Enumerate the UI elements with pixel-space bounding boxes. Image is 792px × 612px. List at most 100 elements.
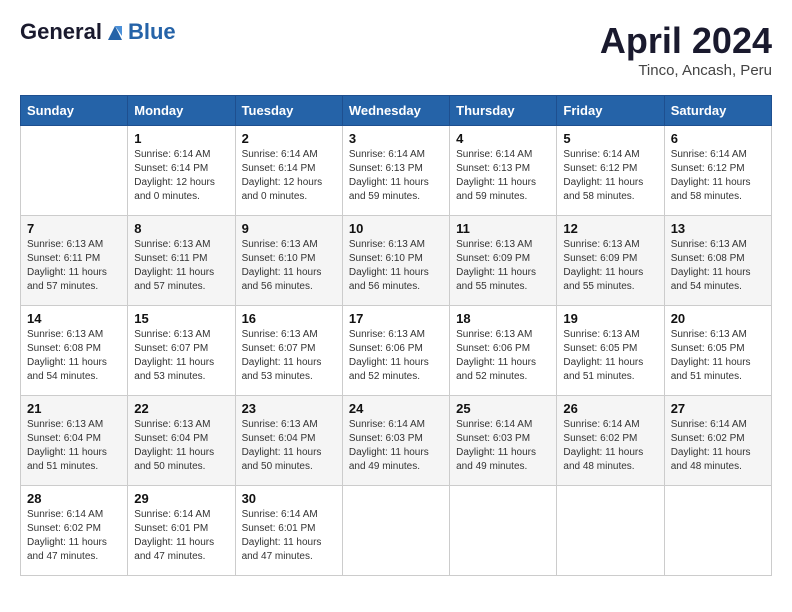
- daylight-text: Daylight: 11 hours and 47 minutes.: [27, 536, 121, 564]
- table-cell: [450, 486, 557, 576]
- day-number: 22: [134, 401, 228, 416]
- day-number: 11: [456, 221, 550, 236]
- day-info: Sunrise: 6:13 AM Sunset: 6:09 PM Dayligh…: [563, 238, 657, 294]
- sunset-text: Sunset: 6:13 PM: [349, 162, 443, 176]
- table-cell: 16 Sunrise: 6:13 AM Sunset: 6:07 PM Dayl…: [235, 306, 342, 396]
- table-cell: 21 Sunrise: 6:13 AM Sunset: 6:04 PM Dayl…: [21, 396, 128, 486]
- day-info: Sunrise: 6:14 AM Sunset: 6:01 PM Dayligh…: [242, 508, 336, 564]
- daylight-text: Daylight: 11 hours and 48 minutes.: [563, 446, 657, 474]
- sunset-text: Sunset: 6:10 PM: [242, 252, 336, 266]
- daylight-text: Daylight: 11 hours and 54 minutes.: [671, 266, 765, 294]
- sunset-text: Sunset: 6:14 PM: [242, 162, 336, 176]
- sunset-text: Sunset: 6:05 PM: [671, 342, 765, 356]
- table-cell: 20 Sunrise: 6:13 AM Sunset: 6:05 PM Dayl…: [664, 306, 771, 396]
- table-cell: 14 Sunrise: 6:13 AM Sunset: 6:08 PM Dayl…: [21, 306, 128, 396]
- col-tuesday: Tuesday: [235, 96, 342, 126]
- sunrise-text: Sunrise: 6:13 AM: [349, 328, 443, 342]
- sunrise-text: Sunrise: 6:13 AM: [563, 328, 657, 342]
- sunset-text: Sunset: 6:04 PM: [27, 432, 121, 446]
- day-number: 6: [671, 131, 765, 146]
- day-number: 3: [349, 131, 443, 146]
- daylight-text: Daylight: 11 hours and 50 minutes.: [242, 446, 336, 474]
- daylight-text: Daylight: 11 hours and 58 minutes.: [563, 176, 657, 204]
- col-monday: Monday: [128, 96, 235, 126]
- table-cell: 30 Sunrise: 6:14 AM Sunset: 6:01 PM Dayl…: [235, 486, 342, 576]
- table-cell: 11 Sunrise: 6:13 AM Sunset: 6:09 PM Dayl…: [450, 216, 557, 306]
- daylight-text: Daylight: 11 hours and 58 minutes.: [671, 176, 765, 204]
- col-saturday: Saturday: [664, 96, 771, 126]
- table-cell: 3 Sunrise: 6:14 AM Sunset: 6:13 PM Dayli…: [342, 126, 449, 216]
- week-row-4: 21 Sunrise: 6:13 AM Sunset: 6:04 PM Dayl…: [21, 396, 772, 486]
- table-cell: 13 Sunrise: 6:13 AM Sunset: 6:08 PM Dayl…: [664, 216, 771, 306]
- day-number: 16: [242, 311, 336, 326]
- table-cell: 25 Sunrise: 6:14 AM Sunset: 6:03 PM Dayl…: [450, 396, 557, 486]
- table-cell: 23 Sunrise: 6:13 AM Sunset: 6:04 PM Dayl…: [235, 396, 342, 486]
- daylight-text: Daylight: 12 hours and 0 minutes.: [242, 176, 336, 204]
- sunrise-text: Sunrise: 6:14 AM: [349, 418, 443, 432]
- sunset-text: Sunset: 6:11 PM: [134, 252, 228, 266]
- day-info: Sunrise: 6:13 AM Sunset: 6:10 PM Dayligh…: [242, 238, 336, 294]
- week-row-5: 28 Sunrise: 6:14 AM Sunset: 6:02 PM Dayl…: [21, 486, 772, 576]
- day-info: Sunrise: 6:14 AM Sunset: 6:13 PM Dayligh…: [349, 148, 443, 204]
- daylight-text: Daylight: 11 hours and 52 minutes.: [456, 356, 550, 384]
- day-info: Sunrise: 6:14 AM Sunset: 6:02 PM Dayligh…: [563, 418, 657, 474]
- table-cell: 7 Sunrise: 6:13 AM Sunset: 6:11 PM Dayli…: [21, 216, 128, 306]
- sunrise-text: Sunrise: 6:13 AM: [27, 238, 121, 252]
- day-info: Sunrise: 6:13 AM Sunset: 6:08 PM Dayligh…: [27, 328, 121, 384]
- sunset-text: Sunset: 6:08 PM: [671, 252, 765, 266]
- sunset-text: Sunset: 6:02 PM: [563, 432, 657, 446]
- table-cell: 2 Sunrise: 6:14 AM Sunset: 6:14 PM Dayli…: [235, 126, 342, 216]
- sunrise-text: Sunrise: 6:14 AM: [242, 148, 336, 162]
- daylight-text: Daylight: 11 hours and 49 minutes.: [456, 446, 550, 474]
- day-info: Sunrise: 6:13 AM Sunset: 6:11 PM Dayligh…: [134, 238, 228, 294]
- day-number: 23: [242, 401, 336, 416]
- logo-general: General: [20, 19, 102, 44]
- sunrise-text: Sunrise: 6:14 AM: [242, 508, 336, 522]
- week-row-2: 7 Sunrise: 6:13 AM Sunset: 6:11 PM Dayli…: [21, 216, 772, 306]
- sunrise-text: Sunrise: 6:13 AM: [134, 238, 228, 252]
- daylight-text: Daylight: 12 hours and 0 minutes.: [134, 176, 228, 204]
- calendar-table: Sunday Monday Tuesday Wednesday Thursday…: [20, 95, 772, 576]
- table-cell: [21, 126, 128, 216]
- table-cell: 12 Sunrise: 6:13 AM Sunset: 6:09 PM Dayl…: [557, 216, 664, 306]
- daylight-text: Daylight: 11 hours and 56 minutes.: [242, 266, 336, 294]
- sunset-text: Sunset: 6:11 PM: [27, 252, 121, 266]
- day-info: Sunrise: 6:14 AM Sunset: 6:03 PM Dayligh…: [456, 418, 550, 474]
- day-number: 7: [27, 221, 121, 236]
- day-number: 30: [242, 491, 336, 506]
- table-cell: 19 Sunrise: 6:13 AM Sunset: 6:05 PM Dayl…: [557, 306, 664, 396]
- table-cell: 18 Sunrise: 6:13 AM Sunset: 6:06 PM Dayl…: [450, 306, 557, 396]
- logo-blue: Blue: [128, 20, 176, 44]
- daylight-text: Daylight: 11 hours and 57 minutes.: [27, 266, 121, 294]
- day-info: Sunrise: 6:14 AM Sunset: 6:02 PM Dayligh…: [27, 508, 121, 564]
- daylight-text: Daylight: 11 hours and 55 minutes.: [563, 266, 657, 294]
- sunset-text: Sunset: 6:09 PM: [563, 252, 657, 266]
- sunset-text: Sunset: 6:02 PM: [671, 432, 765, 446]
- sunset-text: Sunset: 6:07 PM: [134, 342, 228, 356]
- day-info: Sunrise: 6:13 AM Sunset: 6:07 PM Dayligh…: [242, 328, 336, 384]
- day-info: Sunrise: 6:14 AM Sunset: 6:03 PM Dayligh…: [349, 418, 443, 474]
- daylight-text: Daylight: 11 hours and 51 minutes.: [27, 446, 121, 474]
- table-cell: 27 Sunrise: 6:14 AM Sunset: 6:02 PM Dayl…: [664, 396, 771, 486]
- day-number: 12: [563, 221, 657, 236]
- day-info: Sunrise: 6:13 AM Sunset: 6:10 PM Dayligh…: [349, 238, 443, 294]
- sunset-text: Sunset: 6:01 PM: [134, 522, 228, 536]
- daylight-text: Daylight: 11 hours and 56 minutes.: [349, 266, 443, 294]
- day-info: Sunrise: 6:13 AM Sunset: 6:04 PM Dayligh…: [27, 418, 121, 474]
- table-cell: 9 Sunrise: 6:13 AM Sunset: 6:10 PM Dayli…: [235, 216, 342, 306]
- day-info: Sunrise: 6:14 AM Sunset: 6:14 PM Dayligh…: [242, 148, 336, 204]
- day-info: Sunrise: 6:13 AM Sunset: 6:06 PM Dayligh…: [456, 328, 550, 384]
- sunset-text: Sunset: 6:13 PM: [456, 162, 550, 176]
- table-cell: 26 Sunrise: 6:14 AM Sunset: 6:02 PM Dayl…: [557, 396, 664, 486]
- sunset-text: Sunset: 6:08 PM: [27, 342, 121, 356]
- day-info: Sunrise: 6:14 AM Sunset: 6:12 PM Dayligh…: [671, 148, 765, 204]
- day-info: Sunrise: 6:14 AM Sunset: 6:13 PM Dayligh…: [456, 148, 550, 204]
- sunset-text: Sunset: 6:03 PM: [349, 432, 443, 446]
- daylight-text: Daylight: 11 hours and 59 minutes.: [456, 176, 550, 204]
- sunrise-text: Sunrise: 6:14 AM: [563, 418, 657, 432]
- sunrise-text: Sunrise: 6:13 AM: [671, 328, 765, 342]
- table-cell: 10 Sunrise: 6:13 AM Sunset: 6:10 PM Dayl…: [342, 216, 449, 306]
- location: Tinco, Ancash, Peru: [600, 62, 772, 79]
- sunrise-text: Sunrise: 6:13 AM: [134, 418, 228, 432]
- daylight-text: Daylight: 11 hours and 48 minutes.: [671, 446, 765, 474]
